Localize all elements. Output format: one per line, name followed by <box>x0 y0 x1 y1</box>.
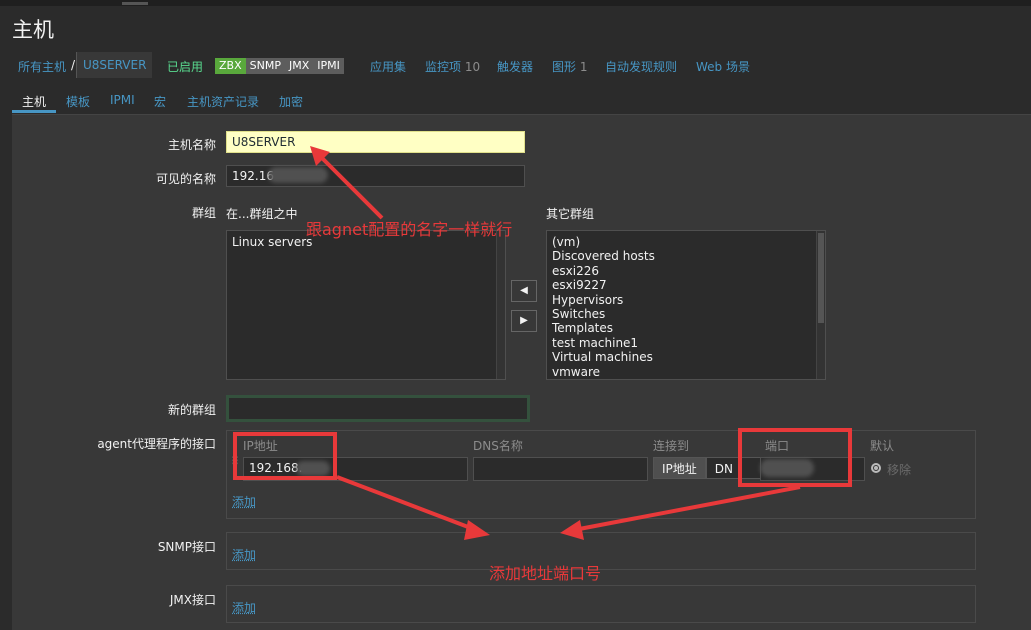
arrow-head-port <box>560 520 584 540</box>
annotation-arrows <box>310 146 801 540</box>
arrow-from-ip <box>336 475 477 532</box>
arrow-to-host-name <box>316 152 384 220</box>
arrow-from-port <box>573 485 801 532</box>
arrow-head-ip <box>464 520 490 540</box>
